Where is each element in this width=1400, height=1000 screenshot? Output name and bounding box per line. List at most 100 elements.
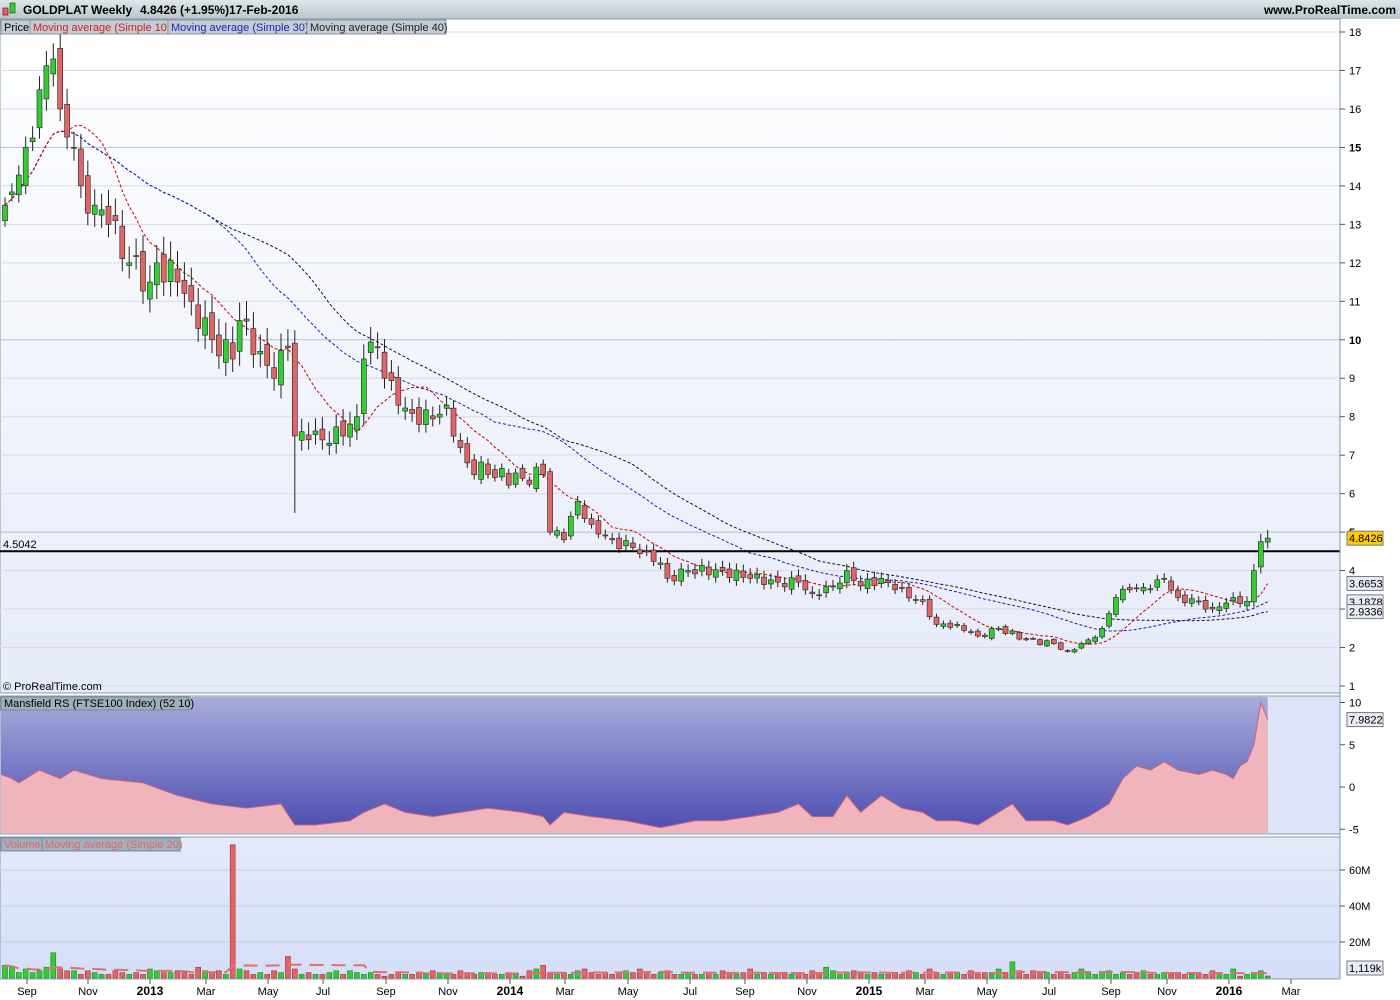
candle-body [436, 413, 443, 418]
volume-bar [871, 972, 878, 979]
candle-body [298, 431, 305, 441]
x-tick-label: 2014 [497, 984, 524, 998]
volume-bar [981, 972, 988, 979]
volume-bar [1009, 961, 1016, 979]
candle-body [961, 625, 967, 631]
candle-body [533, 466, 540, 489]
volume-bar [140, 974, 146, 979]
candle-body [423, 409, 429, 425]
candle-body [1223, 602, 1230, 609]
volume-bar [223, 974, 229, 979]
volume-bar [498, 974, 505, 979]
candle-body [402, 407, 409, 412]
candle-body [754, 574, 760, 579]
volume-bar [216, 970, 222, 979]
candle-body [685, 570, 691, 573]
candle [1016, 630, 1023, 641]
candle-body [140, 251, 146, 292]
volume-bar [333, 970, 340, 979]
candle-body [154, 262, 160, 286]
candle-body [657, 562, 664, 565]
volume-bar [1258, 970, 1264, 979]
candle-body [360, 358, 367, 414]
volume-bar [285, 956, 291, 979]
volume-bar [643, 972, 650, 979]
y-tick-label: 10 [1349, 335, 1361, 347]
volume-bar [781, 972, 788, 979]
candle-body [229, 342, 236, 360]
chart-canvas: GOLDPLAT Weekly 4.8426 (+1.95%) 17-Feb-2… [0, 0, 1400, 1000]
volume-bar [699, 974, 705, 979]
volume-bar [133, 972, 139, 979]
volume-bar [450, 974, 457, 979]
candle-body [126, 262, 132, 266]
candle-body [195, 304, 201, 329]
volume-bar [43, 966, 50, 979]
volume-bar [733, 974, 740, 979]
candle-body [1182, 594, 1188, 604]
candle-body [643, 550, 650, 553]
candle-body [630, 542, 636, 548]
candle-body [285, 345, 291, 348]
volume-y-tick-label: 20M [1349, 937, 1370, 949]
volume-bar [2, 965, 8, 979]
candle-body [471, 459, 478, 476]
y-tick-label: 7 [1349, 450, 1355, 462]
candle-body [264, 343, 271, 366]
x-tick-label: Sep [376, 986, 396, 998]
candle-body [1147, 588, 1154, 591]
x-tick-label: Nov [797, 986, 817, 998]
candle-body [1258, 541, 1264, 568]
volume-bar [1023, 974, 1030, 979]
y-tick-label: 8 [1349, 412, 1355, 424]
candle [1044, 639, 1050, 647]
candle-body [1195, 600, 1202, 603]
volume-bar [809, 970, 816, 979]
volume-bar [719, 970, 726, 979]
candle-body [409, 409, 415, 414]
volume-bar [64, 970, 70, 979]
x-tick-label: Mar [1282, 986, 1301, 998]
candle-body [906, 587, 912, 599]
volume-bar [154, 970, 160, 979]
x-tick-label: Mar [556, 986, 575, 998]
volume-bar [671, 974, 678, 979]
legend-ma10: Moving average (Simple 10) [33, 22, 171, 34]
ma40-value-label: 2.9336 [1349, 607, 1383, 619]
candle [1057, 641, 1064, 651]
volume-bar [768, 974, 774, 979]
volume-bar [360, 974, 367, 979]
candle-body [809, 591, 816, 594]
x-tick-label: Nov [78, 986, 98, 998]
candle-body [1002, 626, 1009, 634]
x-tick-label: Jul [683, 986, 697, 998]
volume-bar [188, 974, 195, 979]
x-tick-label: May [977, 986, 998, 998]
volume-bar [554, 974, 560, 979]
volume-bar [15, 972, 22, 979]
candle-body [78, 148, 84, 187]
candle-body [650, 549, 657, 562]
volume-bar [1092, 974, 1098, 979]
candle-body [574, 501, 581, 516]
x-tick-label: Sep [735, 986, 755, 998]
volume-bar [471, 974, 478, 979]
volume-bar [1113, 974, 1119, 979]
candle-body [57, 48, 64, 110]
candle [1113, 594, 1119, 618]
candle-body [85, 175, 91, 214]
site-link[interactable]: www.ProRealTime.com [1263, 3, 1396, 17]
volume-bar [1209, 970, 1216, 979]
volume-bar [1064, 974, 1071, 979]
volume-bar [837, 974, 843, 979]
candle-body [119, 225, 126, 259]
candle-body [899, 587, 905, 589]
candle-body [505, 472, 512, 486]
candle-body [526, 479, 533, 485]
candle-body [250, 328, 257, 355]
legend-vol-ma: Moving average (Simple 20) [45, 839, 183, 851]
volume-panel [0, 836, 1341, 980]
candle-body [616, 537, 622, 550]
candle-body [595, 520, 602, 535]
candle-body [1189, 598, 1195, 604]
